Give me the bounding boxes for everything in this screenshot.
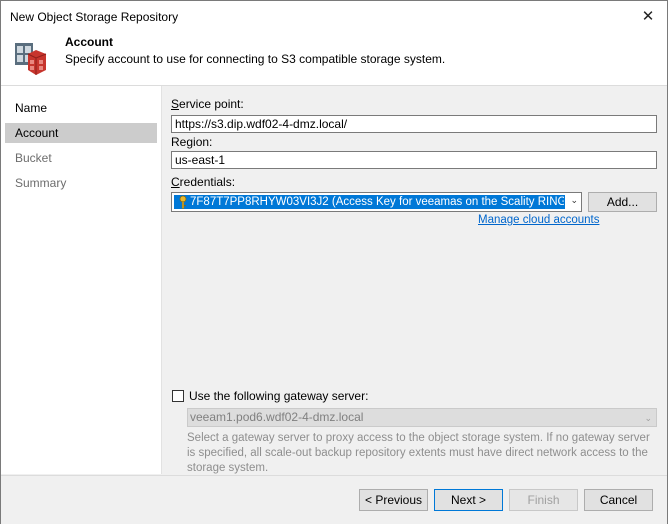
chevron-down-icon: ⌄: [644, 413, 652, 423]
add-credentials-button[interactable]: Add...: [588, 192, 657, 212]
manage-cloud-accounts-link[interactable]: Manage cloud accounts: [478, 214, 599, 226]
gateway-checkbox-label[interactable]: Use the following gateway server:: [189, 389, 368, 403]
credentials-label: Credentials:: [171, 175, 236, 189]
service-point-input[interactable]: https://s3.dip.wdf02-4-dmz.local/: [171, 115, 657, 133]
credentials-selection: 7F87T7PP8RHYW03VI3J2 (Access Key for vee…: [174, 195, 565, 209]
wizard-steps: Name Account Bucket Summary: [1, 86, 162, 474]
page-title: Account: [65, 35, 113, 49]
wizard-header: Account Specify account to use for conne…: [1, 31, 667, 86]
close-icon: ✕: [641, 8, 655, 25]
step-name[interactable]: Name: [5, 98, 157, 118]
chevron-down-icon: ⌄: [570, 195, 578, 205]
region-label: Region:: [171, 135, 213, 149]
step-account[interactable]: Account: [5, 123, 157, 143]
credentials-value: 7F87T7PP8RHYW03VI3J2 (Access Key for vee…: [190, 196, 564, 208]
cancel-button[interactable]: Cancel: [584, 489, 653, 511]
gateway-server-dropdown: veeam1.pod6.wdf02-4-dmz.local ⌄: [187, 408, 657, 427]
gateway-help-text: Select a gateway server to proxy access …: [187, 432, 650, 474]
close-button[interactable]: ✕: [635, 5, 661, 27]
key-icon: [179, 195, 187, 209]
previous-button[interactable]: < Previous: [359, 489, 428, 511]
wizard-window: New Object Storage Repository ✕ Account …: [0, 0, 668, 524]
object-storage-icon: [15, 43, 47, 75]
credentials-dropdown[interactable]: 7F87T7PP8RHYW03VI3J2 (Access Key for vee…: [171, 192, 582, 212]
finish-button: Finish: [509, 489, 578, 511]
window-title: New Object Storage Repository: [10, 10, 179, 24]
title-bar: New Object Storage Repository ✕: [1, 1, 667, 31]
gateway-server-value: veeam1.pod6.wdf02-4-dmz.local: [190, 410, 364, 424]
service-point-label: Service point:: [171, 97, 244, 111]
page-subtitle: Specify account to use for connecting to…: [65, 52, 446, 66]
step-summary: Summary: [15, 176, 67, 190]
next-button[interactable]: Next >: [434, 489, 503, 511]
region-input[interactable]: us-east-1: [171, 151, 657, 169]
step-bucket: Bucket: [15, 151, 52, 165]
gateway-checkbox[interactable]: [172, 390, 184, 402]
